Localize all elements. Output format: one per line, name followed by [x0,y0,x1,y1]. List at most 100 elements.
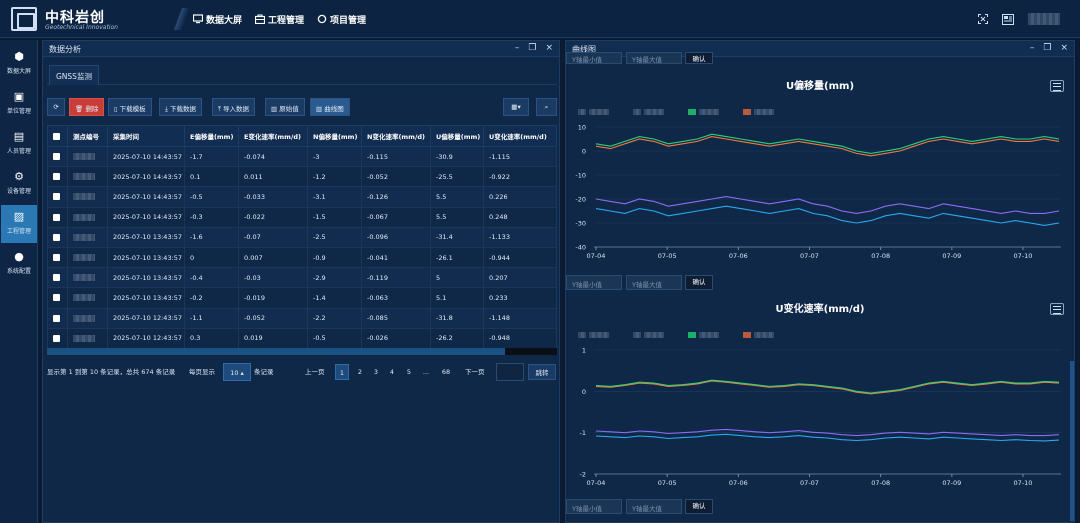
chart-menu-icon[interactable] [1050,303,1064,315]
import-data-button[interactable]: ⤒ 导入数据 [212,98,255,116]
prev-page-button[interactable]: 上一页 [303,364,327,380]
legend-item[interactable] [633,332,664,338]
series-line [595,205,1060,226]
nav-label: 数据大屏 [206,16,243,26]
row-checkbox[interactable] [47,166,68,188]
sidebar-item-data-screen[interactable]: ⬢ 数据大屏 [1,45,37,83]
table-row[interactable]: 2025-07-10 13:43:57 -0.2 -0.019 -1.4 -0.063 5… [47,287,557,309]
restore-icon[interactable]: ❐ [1043,43,1051,53]
search-button[interactable]: ⌕ [536,98,557,116]
row-checkbox[interactable] [47,226,68,248]
table-row[interactable]: 2025-07-10 13:43:57 -1.6 -0.07 -2.5 -0.096 -3… [47,226,557,248]
page-button-3[interactable]: 3 [369,364,383,380]
legend-item[interactable] [633,109,664,115]
nav-item-mgmt[interactable]: 项目管理 [317,13,366,26]
horizontal-scrollbar[interactable] [47,348,557,355]
page-button-1[interactable]: 1 [335,364,349,380]
minimize-icon[interactable]: – [1030,43,1035,53]
jump-button[interactable]: 跳转 [528,364,556,380]
column-header[interactable]: N变化速率(mm/d) [361,125,431,147]
column-header[interactable]: N偏移量(mm) [307,125,362,147]
prev-y-max-input[interactable]: Y轴最大值 [626,52,682,64]
row-checkbox[interactable] [47,287,68,309]
legend-label-redacted [644,109,664,115]
page-button-4[interactable]: 4 [385,364,399,380]
jump-page-input[interactable] [496,363,524,381]
nav-data-screen[interactable]: 数据大屏 [193,13,242,26]
y-max-input[interactable]: Y轴最大值 [626,275,682,290]
y-min-input[interactable]: Y轴最小值 [566,275,622,290]
sidebar-item-device[interactable]: ⚙ 设备管理 [1,165,37,203]
per-page-select[interactable]: 10 ▴ [223,363,251,381]
close-icon[interactable]: × [1060,43,1068,53]
table-row[interactable]: 2025-07-10 14:43:57 0.1 0.011 -1.2 -0.052 -25… [47,166,557,188]
row-checkbox[interactable] [47,145,68,168]
confirm-button[interactable]: 确认 [685,275,713,290]
nav-project-mgmt[interactable]: 工程管理 [255,13,304,26]
tab-gnss[interactable]: GNSS监测 [49,65,99,85]
row-checkbox[interactable] [47,186,68,208]
row-checkbox[interactable] [47,267,68,289]
scrollbar-thumb[interactable] [47,348,505,355]
download-template-button[interactable]: ▯ 下载模板 [108,98,152,116]
refresh-button[interactable]: ⟳ [47,98,65,116]
curve-chart-button[interactable]: ▥ 曲线图 [310,98,350,116]
column-header[interactable]: 测点编号 [67,125,108,147]
row-checkbox[interactable] [47,327,68,349]
page-button-last[interactable]: 68 [439,364,453,380]
legend-item[interactable] [578,109,609,115]
row-checkbox[interactable] [47,307,68,329]
page-button-2[interactable]: 2 [353,364,367,380]
user-card-icon[interactable] [1002,13,1014,25]
row-checkbox[interactable] [47,246,68,269]
column-header[interactable]: 采集时间 [107,125,185,147]
row-checkbox[interactable] [47,206,68,228]
legend-item[interactable] [578,332,609,338]
chart-menu-icon[interactable] [1050,80,1064,92]
table-row[interactable]: 2025-07-10 12:43:57 -1.1 -0.052 -2.2 -0.085-… [47,307,557,329]
table-row[interactable]: 2025-07-10 13:43:57 -0.4 -0.03 -2.9 -0.119 5 0… [47,267,557,289]
column-header[interactable]: U偏移量(mm) [430,125,484,147]
prev-y-min-input[interactable]: Y轴最小值 [566,52,622,64]
page-button-5[interactable]: 5 [402,364,416,380]
table-row[interactable]: 2025-07-10 14:43:57 -0.5 -0.033 -3.1 -0.126 5… [47,186,557,208]
table-row[interactable]: 2025-07-10 12:43:57 0.3 0.019 -0.5 -0.026 -26… [47,327,557,349]
download-data-button[interactable]: ⤓ 下载数据 [159,98,202,116]
column-header[interactable]: E偏移量(mm) [184,125,239,147]
table-cell: -0.2 [184,287,239,309]
raw-value-button[interactable]: ▥ 原始值 [265,98,305,116]
table-cell: -0.03 [238,267,308,289]
table-row[interactable]: 2025-07-10 14:43:57 -1.7 -0.074 -3 -0.115 -30… [47,145,557,168]
prev-confirm-button[interactable]: 确认 [685,52,713,64]
sidebar-item-system[interactable]: ● 系统配置 [1,245,37,283]
table-cell: -26.2 [430,327,484,349]
sidebar-item-unit[interactable]: ▣ 单位管理 [1,85,37,123]
restore-icon[interactable]: ❐ [528,43,536,53]
table-row[interactable]: 2025-07-10 13:43:57 0 0.007 -0.9 -0.041 -26.1… [47,246,557,269]
legend-item[interactable] [688,109,719,115]
legend-item[interactable] [743,332,774,338]
column-header[interactable]: E变化速率(mm/d) [238,125,308,147]
sidebar-item-project[interactable]: ▨ 工程管理 [1,205,37,243]
sidebar-item-personnel[interactable]: ▤ 人员管理 [1,125,37,163]
vertical-scrollbar[interactable] [1070,361,1074,521]
delete-button[interactable]: 🗑︎ 删除 [69,98,105,116]
select-all-checkbox[interactable] [47,125,68,147]
table-row[interactable]: 2025-07-10 14:43:57 -0.3 -0.022 -1.5 -0.067 5… [47,206,557,228]
column-header[interactable]: U变化速率(mm/d) [483,125,557,147]
minimize-icon[interactable]: – [515,43,520,53]
button-label: 原始值 [279,105,299,113]
table-cell: -0.126 [361,186,431,208]
columns-dropdown-button[interactable]: ▦▾ [503,98,529,116]
confirm-button[interactable]: 确认 [685,499,713,514]
user-name-redacted[interactable] [1028,13,1060,25]
y-min-input[interactable]: Y轴最小值 [566,499,622,514]
input-placeholder: Y轴最大值 [632,505,662,513]
y-max-input[interactable]: Y轴最大值 [626,499,682,514]
fullscreen-icon[interactable] [978,14,988,24]
next-page-button[interactable]: 下一页 [463,364,487,380]
legend-item[interactable] [688,332,719,338]
close-icon[interactable]: × [545,43,553,53]
doc-icon: ▤ [13,130,25,143]
legend-item[interactable] [743,109,774,115]
